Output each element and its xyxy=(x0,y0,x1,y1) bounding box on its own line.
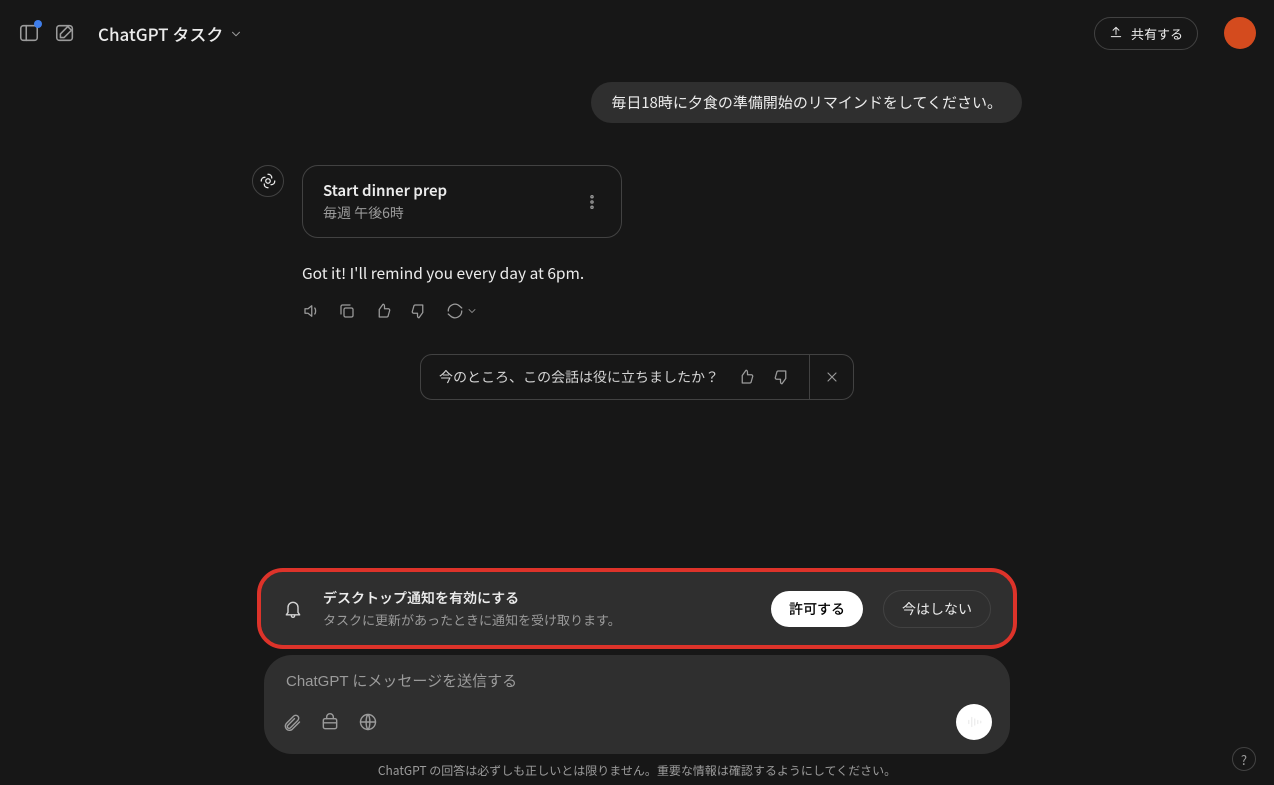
task-card[interactable]: Start dinner prep 毎週 午後6時 xyxy=(302,165,622,238)
feedback-card: 今のところ、この会話は役に立ちましたか？ xyxy=(420,354,810,400)
task-title: Start dinner prep xyxy=(323,180,447,201)
model-selector[interactable]: ChatGPT タスク xyxy=(98,21,243,46)
page-title: ChatGPT タスク xyxy=(98,21,223,46)
conversation-area: 毎日18時に夕食の準備開始のリマインドをしてください。 Start dinner… xyxy=(252,54,1022,400)
deny-notifications-button[interactable]: 今はしない xyxy=(883,590,991,628)
task-schedule: 毎週 午後6時 xyxy=(323,203,447,223)
feedback-prompt-text: 今のところ、この会話は役に立ちましたか？ xyxy=(439,367,719,387)
notification-dot-icon xyxy=(34,20,42,28)
allow-notifications-button[interactable]: 許可する xyxy=(771,591,863,627)
disclaimer-text: ChatGPT の回答は必ずしも正しいとは限りません。重要な情報は確認するように… xyxy=(378,754,896,785)
notification-subtitle: タスクに更新があったときに通知を受け取ります。 xyxy=(323,610,751,629)
task-menu-button[interactable] xyxy=(583,193,601,211)
feedback-close-button[interactable] xyxy=(810,354,854,400)
chevron-down-icon xyxy=(229,21,243,46)
thumbs-up-button[interactable] xyxy=(374,302,392,320)
share-button[interactable]: 共有する xyxy=(1094,17,1198,50)
message-input[interactable] xyxy=(282,673,992,704)
feedback-thumbs-up-button[interactable] xyxy=(737,368,755,386)
help-button[interactable]: ? xyxy=(1232,747,1256,771)
read-aloud-button[interactable] xyxy=(302,302,320,320)
share-label: 共有する xyxy=(1131,24,1183,43)
user-message-bubble: 毎日18時に夕食の準備開始のリマインドをしてください。 xyxy=(591,82,1022,123)
feedback-thumbs-down-button[interactable] xyxy=(773,368,791,386)
web-search-button[interactable] xyxy=(358,712,378,732)
copy-button[interactable] xyxy=(338,302,356,320)
thumbs-down-button[interactable] xyxy=(410,302,428,320)
message-actions xyxy=(302,302,1022,320)
voice-input-button[interactable] xyxy=(956,704,992,740)
top-bar: ChatGPT タスク 共有する xyxy=(0,0,1274,54)
notification-banner: デスクトップ通知を有効にする タスクに更新があったときに通知を受け取ります。 許… xyxy=(261,572,1013,645)
tools-button[interactable] xyxy=(320,712,340,732)
user-avatar[interactable] xyxy=(1224,17,1256,49)
message-composer xyxy=(264,655,1010,754)
assistant-message-text: Got it! I'll remind you every day at 6pm… xyxy=(302,262,1022,284)
assistant-message-row: Start dinner prep 毎週 午後6時 Got it! I'll r… xyxy=(252,165,1022,320)
bell-icon xyxy=(283,599,303,619)
user-message-row: 毎日18時に夕食の準備開始のリマインドをしてください。 xyxy=(252,82,1022,123)
notification-title: デスクトップ通知を有効にする xyxy=(323,588,751,608)
upload-icon xyxy=(1109,24,1123,43)
feedback-prompt-row: 今のところ、この会話は役に立ちましたか？ xyxy=(252,354,1022,400)
bottom-area: デスクトップ通知を有効にする タスクに更新があったときに通知を受け取ります。 許… xyxy=(0,572,1274,785)
new-chat-button[interactable] xyxy=(54,22,76,44)
sidebar-toggle-button[interactable] xyxy=(18,22,40,44)
attach-button[interactable] xyxy=(282,712,302,732)
regenerate-button[interactable] xyxy=(446,302,478,320)
assistant-avatar-icon xyxy=(252,165,284,197)
